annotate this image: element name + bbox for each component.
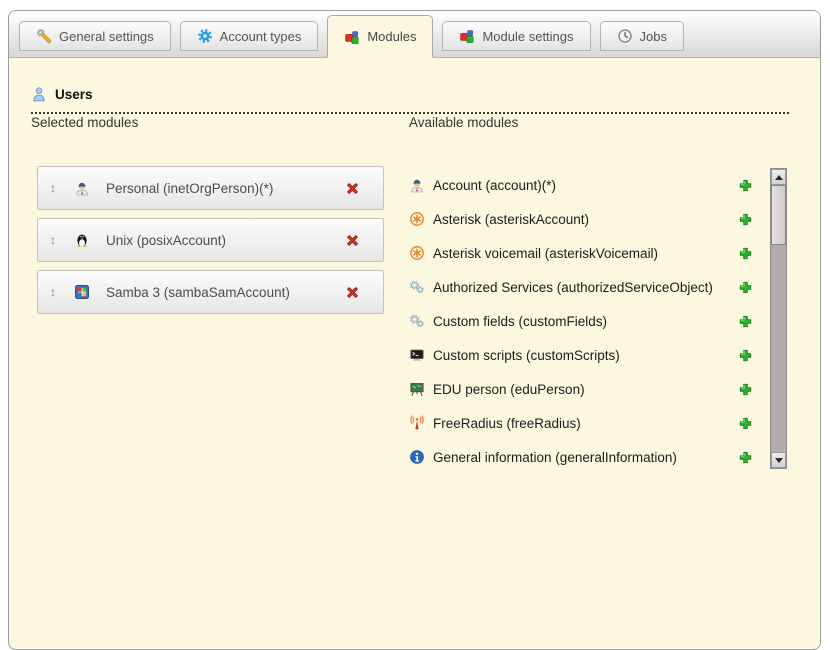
asterisk-icon [409, 245, 425, 261]
tab-module-settings[interactable]: Module settings [442, 21, 590, 51]
scrollbar-down-button[interactable] [771, 452, 786, 468]
available-module-name: Asterisk voicemail (asteriskVoicemail) [433, 246, 658, 261]
available-modules-label: Available modules [409, 115, 518, 130]
available-module-row: Authorized Services (authorizedServiceOb… [409, 270, 755, 304]
section-header: Users [31, 86, 789, 114]
delete-icon[interactable] [344, 284, 361, 301]
add-icon[interactable] [738, 314, 753, 329]
gears-icon [409, 279, 425, 295]
delete-icon[interactable] [344, 180, 361, 197]
available-module-row: Account (account)(*) [409, 168, 755, 202]
available-modules-list: Account (account)(*) Asterisk (asteriskA… [409, 168, 755, 474]
user-icon [31, 86, 47, 102]
selected-modules-list: ↕ Personal (inetOrgPerson)(*) ↕ Unix (po… [37, 166, 384, 314]
tab-general-settings[interactable]: General settings [19, 21, 171, 51]
available-module-row: Asterisk (asteriskAccount) [409, 202, 755, 236]
available-module-row: Custom scripts (customScripts) [409, 338, 755, 372]
available-module-row: Custom fields (customFields) [409, 304, 755, 338]
tab-modules[interactable]: Modules [327, 15, 433, 58]
drag-handle-icon[interactable]: ↕ [50, 181, 56, 195]
available-module-row: Asterisk voicemail (asteriskVoicemail) [409, 236, 755, 270]
selected-module-row[interactable]: ↕ Samba 3 (sambaSamAccount) [37, 270, 384, 314]
asterisk-icon [409, 211, 425, 227]
selected-modules-label: Selected modules [31, 115, 138, 130]
add-icon[interactable] [738, 178, 753, 193]
up-arrow-icon [775, 175, 783, 180]
selected-module-name: Personal (inetOrgPerson)(*) [106, 181, 273, 196]
tab-label: Modules [367, 29, 416, 44]
selected-module-name: Samba 3 (sambaSamAccount) [106, 285, 290, 300]
windows-icon [74, 284, 90, 300]
scrollbar[interactable] [770, 168, 787, 469]
delete-icon[interactable] [344, 232, 361, 249]
available-module-name: Asterisk (asteriskAccount) [433, 212, 589, 227]
add-icon[interactable] [738, 348, 753, 363]
available-module-name: Account (account)(*) [433, 178, 556, 193]
terminal-icon [409, 347, 425, 363]
selected-module-row[interactable]: ↕ Personal (inetOrgPerson)(*) [37, 166, 384, 210]
selected-module-row[interactable]: ↕ Unix (posixAccount) [37, 218, 384, 262]
antenna-icon [409, 415, 425, 431]
gear-icon [197, 28, 213, 44]
available-module-name: FreeRadius (freeRadius) [433, 416, 581, 431]
scrollbar-up-button[interactable] [771, 169, 786, 185]
modules-icon [459, 28, 475, 44]
available-module-name: Authorized Services (authorizedServiceOb… [433, 280, 713, 295]
tab-bar: General settings Account types Modules M… [9, 11, 820, 58]
available-module-row: EDU person (eduPerson) [409, 372, 755, 406]
tab-jobs[interactable]: Jobs [600, 21, 684, 51]
person-icon [409, 177, 425, 193]
available-module-row: FreeRadius (freeRadius) [409, 406, 755, 440]
tab-label: Account types [220, 29, 302, 44]
config-tabs-window: General settings Account types Modules M… [8, 10, 821, 650]
add-icon[interactable] [738, 212, 753, 227]
add-icon[interactable] [738, 382, 753, 397]
tab-account-types[interactable]: Account types [180, 21, 319, 51]
drag-handle-icon[interactable]: ↕ [50, 233, 56, 247]
tux-icon [74, 232, 90, 248]
tab-label: Jobs [640, 29, 667, 44]
add-icon[interactable] [738, 450, 753, 465]
scrollbar-track[interactable] [771, 185, 786, 452]
person-icon [74, 180, 90, 196]
tab-label: Module settings [482, 29, 573, 44]
down-arrow-icon [775, 458, 783, 463]
tab-label: General settings [59, 29, 154, 44]
available-module-name: General information (generalInformation) [433, 450, 677, 465]
add-icon[interactable] [738, 280, 753, 295]
add-icon[interactable] [738, 246, 753, 261]
add-icon[interactable] [738, 416, 753, 431]
scrollbar-thumb[interactable] [771, 185, 786, 245]
drag-handle-icon[interactable]: ↕ [50, 285, 56, 299]
board-icon [409, 381, 425, 397]
available-module-name: Custom scripts (customScripts) [433, 348, 620, 363]
info-icon [409, 449, 425, 465]
available-module-name: EDU person (eduPerson) [433, 382, 585, 397]
gears-icon [409, 313, 425, 329]
available-module-row: General information (generalInformation) [409, 440, 755, 474]
section-title: Users [55, 87, 93, 102]
clock-icon [617, 28, 633, 44]
wrench-icon [36, 28, 52, 44]
available-module-name: Custom fields (customFields) [433, 314, 607, 329]
modules-icon [344, 29, 360, 45]
selected-module-name: Unix (posixAccount) [106, 233, 226, 248]
